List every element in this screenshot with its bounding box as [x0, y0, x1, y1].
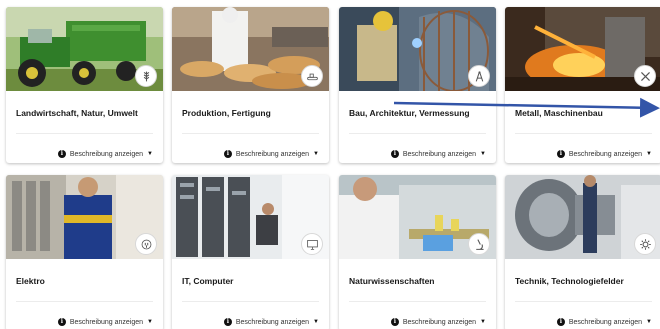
card-divider	[349, 133, 486, 134]
card-title: IT, Computer	[182, 276, 234, 286]
card-title: Metall, Maschinenbau	[515, 108, 603, 118]
info-icon: i	[390, 318, 399, 326]
info-icon: i	[223, 150, 232, 158]
info-icon: i	[57, 318, 66, 326]
card-photo	[6, 175, 163, 259]
info-icon: i	[556, 150, 565, 158]
show-description-button[interactable]: i Beschreibung anzeigen ▼	[556, 150, 652, 158]
card-divider	[16, 301, 153, 302]
show-description-button[interactable]: i Beschreibung anzeigen ▼	[390, 150, 486, 158]
card-divider	[349, 301, 486, 302]
compass-icon	[468, 65, 490, 87]
card-photo	[172, 7, 329, 91]
card-divider	[182, 133, 319, 134]
card-title: Produktion, Fertigung	[182, 108, 271, 118]
card-title: Naturwissenschaften	[349, 276, 435, 286]
monitor-icon	[301, 233, 323, 255]
category-grid: Landwirtschaft, Natur, Umwelt i Beschrei…	[0, 0, 660, 329]
gear-icon	[634, 233, 656, 255]
show-description-button[interactable]: i Beschreibung anzeigen ▼	[390, 318, 486, 326]
card-title: Elektro	[16, 276, 45, 286]
show-description-label: Beschreibung anzeigen	[568, 150, 643, 158]
caret-down-icon: ▼	[646, 151, 652, 157]
card-naturwissenschaften[interactable]: Naturwissenschaften i Beschreibung anzei…	[339, 175, 496, 329]
caret-down-icon: ▼	[480, 151, 486, 157]
wheat-icon	[135, 65, 157, 87]
conveyor-icon	[301, 65, 323, 87]
card-it[interactable]: IT, Computer i Beschreibung anzeigen ▼	[172, 175, 329, 329]
show-description-button[interactable]: i Beschreibung anzeigen ▼	[57, 150, 153, 158]
info-icon: i	[57, 150, 66, 158]
show-description-label: Beschreibung anzeigen	[235, 318, 310, 326]
card-metall[interactable]: Metall, Maschinenbau i Beschreibung anze…	[505, 7, 660, 163]
card-produktion[interactable]: Produktion, Fertigung i Beschreibung anz…	[172, 7, 329, 163]
card-technik[interactable]: Technik, Technologiefelder i Beschreibun…	[505, 175, 660, 329]
caret-down-icon: ▼	[480, 319, 486, 325]
caret-down-icon: ▼	[147, 319, 153, 325]
caret-down-icon: ▼	[147, 151, 153, 157]
card-elektro[interactable]: Elektro i Beschreibung anzeigen ▼	[6, 175, 163, 329]
card-title: Landwirtschaft, Natur, Umwelt	[16, 108, 138, 118]
info-icon: i	[223, 318, 232, 326]
show-description-button[interactable]: i Beschreibung anzeigen ▼	[556, 318, 652, 326]
caret-down-icon: ▼	[313, 319, 319, 325]
show-description-button[interactable]: i Beschreibung anzeigen ▼	[57, 318, 153, 326]
card-photo	[505, 7, 660, 91]
card-bau[interactable]: Bau, Architektur, Vermessung i Beschreib…	[339, 7, 496, 163]
info-icon: i	[390, 150, 399, 158]
card-photo	[339, 175, 496, 259]
card-title: Technik, Technologiefelder	[515, 276, 624, 286]
show-description-label: Beschreibung anzeigen	[402, 318, 477, 326]
show-description-button[interactable]: i Beschreibung anzeigen ▼	[223, 150, 319, 158]
card-photo	[172, 175, 329, 259]
card-title: Bau, Architektur, Vermessung	[349, 108, 470, 118]
show-description-label: Beschreibung anzeigen	[402, 150, 477, 158]
card-divider	[515, 301, 652, 302]
card-photo	[505, 175, 660, 259]
card-divider	[182, 301, 319, 302]
tools-icon	[634, 65, 656, 87]
show-description-label: Beschreibung anzeigen	[69, 150, 144, 158]
card-photo	[6, 7, 163, 91]
plug-icon	[135, 233, 157, 255]
card-divider	[515, 133, 652, 134]
show-description-label: Beschreibung anzeigen	[235, 150, 310, 158]
info-icon: i	[556, 318, 565, 326]
microscope-icon	[468, 233, 490, 255]
caret-down-icon: ▼	[313, 151, 319, 157]
show-description-label: Beschreibung anzeigen	[69, 318, 144, 326]
show-description-label: Beschreibung anzeigen	[568, 318, 643, 326]
card-landwirtschaft[interactable]: Landwirtschaft, Natur, Umwelt i Beschrei…	[6, 7, 163, 163]
caret-down-icon: ▼	[646, 319, 652, 325]
card-photo	[339, 7, 496, 91]
card-divider	[16, 133, 153, 134]
show-description-button[interactable]: i Beschreibung anzeigen ▼	[223, 318, 319, 326]
